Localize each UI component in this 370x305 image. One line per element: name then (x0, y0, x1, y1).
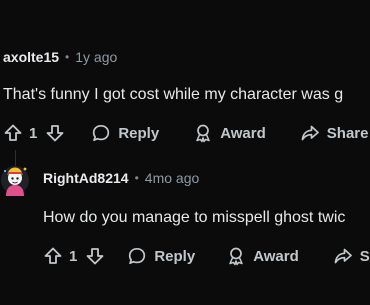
award-button[interactable]: Award (193, 123, 266, 143)
share-icon (301, 125, 319, 141)
award-label: Award (253, 247, 299, 265)
share-label: Share (326, 124, 369, 142)
award-label: Award (220, 124, 266, 142)
reply-label: Reply (118, 124, 160, 142)
reply-label: Reply (154, 247, 196, 265)
award-icon (229, 247, 243, 266)
award-icon (196, 124, 210, 143)
comment-actions: 1 Reply Award Share (3, 122, 368, 144)
upvote-button[interactable] (3, 123, 23, 143)
comment-age[interactable]: 4mo ago (145, 170, 199, 186)
downvote-icon (86, 248, 104, 265)
comment-header: axolte15 • 1y ago (3, 47, 117, 67)
comment-body: That's funny I got cost while my charact… (3, 86, 344, 103)
separator-dot: • (65, 50, 70, 64)
upvote-button[interactable] (43, 246, 63, 266)
comment-body: How do you manage to misspell ghost twic (43, 209, 346, 226)
downvote-button[interactable] (85, 246, 105, 266)
share-button[interactable]: S (333, 246, 370, 266)
reply-button[interactable]: Reply (91, 123, 159, 143)
upvote-icon (44, 247, 62, 264)
upvote-icon (4, 124, 22, 141)
vote-count: 1 (29, 124, 38, 142)
share-label: S (359, 247, 370, 265)
comment-thread: axolte15 • 1y ago That's funny I got cos… (0, 0, 370, 305)
comment-author[interactable]: RightAd8214 (43, 170, 129, 186)
award-button[interactable]: Award (226, 246, 299, 266)
reply-bubble-icon (129, 247, 146, 265)
comment-actions: 1 Reply Award S (43, 245, 370, 267)
comment-header: RightAd8214 • 4mo ago (43, 168, 199, 188)
vote-count: 1 (69, 247, 78, 265)
reply-bubble-icon (93, 124, 110, 142)
comment-author[interactable]: axolte15 (3, 49, 59, 65)
share-icon (334, 248, 352, 264)
comment-age[interactable]: 1y ago (75, 49, 117, 65)
separator-dot: • (134, 171, 139, 185)
reply-button[interactable]: Reply (127, 246, 195, 266)
downvote-button[interactable] (45, 123, 65, 143)
share-button[interactable]: Share (300, 123, 369, 143)
downvote-icon (46, 125, 64, 142)
avatar[interactable] (0, 160, 32, 196)
cropped-previous-content (0, 0, 370, 6)
